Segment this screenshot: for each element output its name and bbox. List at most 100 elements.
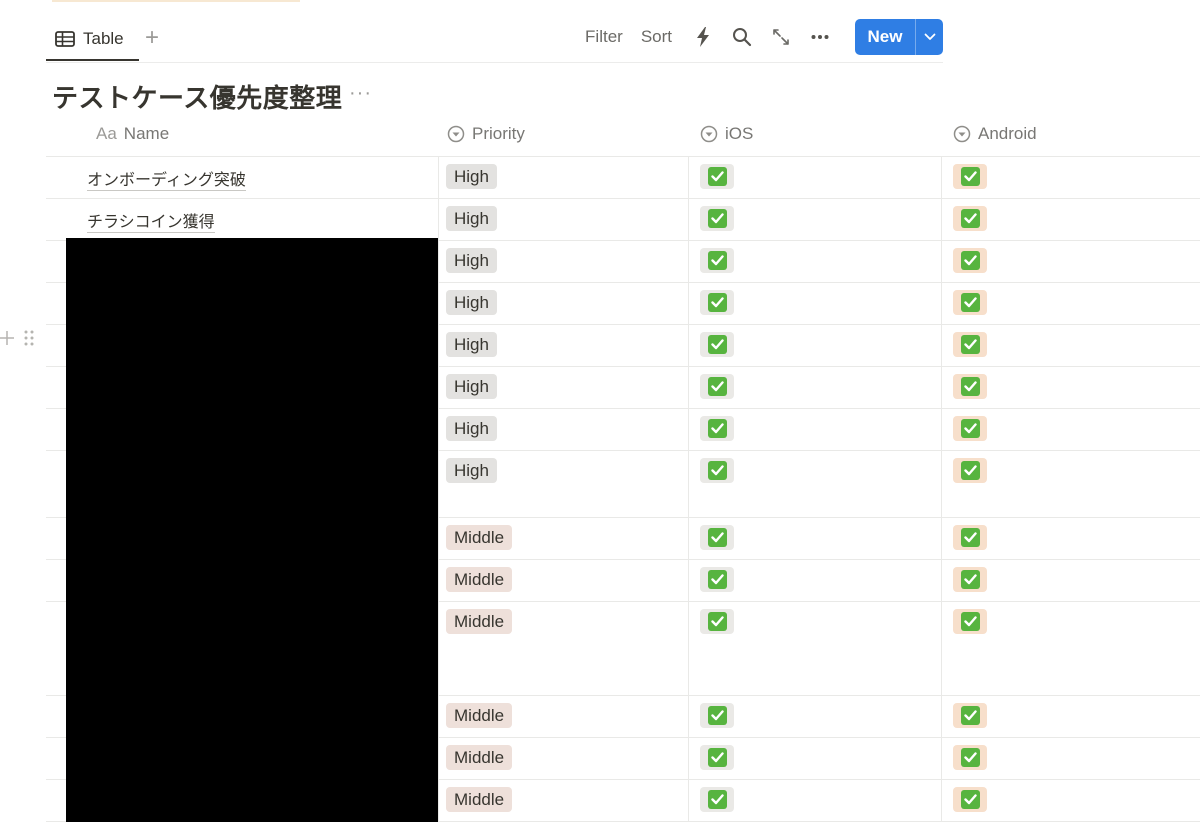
new-button-label: New (867, 27, 903, 46)
priority-tag[interactable]: Middle (446, 703, 513, 728)
check-mark-icon (960, 612, 980, 631)
column-divider (941, 241, 942, 282)
android-status-tag[interactable] (953, 248, 987, 273)
android-status-tag[interactable] (953, 458, 987, 483)
column-divider (688, 560, 689, 601)
ios-status-tag[interactable] (700, 248, 734, 273)
check-mark-icon (960, 251, 980, 270)
priority-tag[interactable]: High (446, 206, 497, 231)
table-icon (55, 30, 75, 47)
android-status-tag[interactable] (953, 787, 987, 812)
more-icon[interactable] (807, 24, 833, 50)
ios-status-tag[interactable] (700, 332, 734, 357)
column-divider (688, 283, 689, 324)
column-divider (688, 780, 689, 821)
check-mark-icon (960, 377, 980, 396)
select-property-icon (700, 125, 718, 143)
check-mark-icon (960, 790, 980, 809)
drag-handle-icon[interactable] (24, 330, 34, 346)
filter-button[interactable]: Filter (585, 27, 623, 47)
row-handle[interactable] (0, 330, 34, 346)
priority-tag[interactable]: High (446, 164, 497, 189)
check-mark-icon (707, 790, 727, 809)
database-title[interactable]: テストケース優先度整理 (52, 78, 342, 115)
column-header-ios[interactable]: iOS (700, 112, 753, 156)
column-divider (941, 451, 942, 517)
android-status-tag[interactable] (953, 206, 987, 231)
priority-tag[interactable]: Middle (446, 609, 513, 634)
sort-button[interactable]: Sort (641, 27, 672, 47)
android-status-tag[interactable] (953, 567, 987, 592)
text-property-icon: Aa (96, 124, 117, 143)
column-header-android[interactable]: Android (953, 112, 1037, 156)
priority-tag[interactable]: Middle (446, 787, 513, 812)
priority-tag[interactable]: High (446, 374, 497, 399)
android-status-tag[interactable] (953, 290, 987, 315)
expand-icon[interactable] (768, 24, 794, 50)
ios-status-tag[interactable] (700, 787, 734, 812)
priority-tag[interactable]: High (446, 416, 497, 441)
column-divider (438, 451, 439, 517)
android-status-tag[interactable] (953, 609, 987, 634)
table-row[interactable]: オンボーディング突破 High (46, 157, 1200, 199)
priority-tag[interactable]: High (446, 248, 497, 273)
android-status-tag[interactable] (953, 332, 987, 357)
ios-status-tag[interactable] (700, 525, 734, 550)
column-divider (688, 738, 689, 779)
column-divider (438, 560, 439, 601)
priority-tag[interactable]: Middle (446, 567, 513, 592)
top-strip (52, 0, 300, 2)
priority-tag[interactable]: High (446, 458, 497, 483)
ios-status-tag[interactable] (700, 609, 734, 634)
check-mark-icon (960, 209, 980, 228)
check-mark-icon (707, 419, 727, 438)
check-mark-icon (707, 251, 727, 270)
column-divider (438, 518, 439, 559)
add-row-icon[interactable] (0, 331, 14, 345)
table-row[interactable]: チラシコイン獲得 High (46, 199, 1200, 241)
android-status-tag[interactable] (953, 164, 987, 189)
search-icon[interactable] (729, 24, 755, 50)
ios-status-tag[interactable] (700, 416, 734, 441)
ios-status-tag[interactable] (700, 703, 734, 728)
android-status-tag[interactable] (953, 703, 987, 728)
column-header-name[interactable]: Aa Name (96, 112, 169, 156)
database-more-button[interactable]: ··· (349, 82, 372, 105)
redacted-area (66, 238, 438, 822)
priority-tag[interactable]: High (446, 332, 497, 357)
priority-tag[interactable]: Middle (446, 525, 513, 550)
check-mark-icon (707, 706, 727, 725)
android-status-tag[interactable] (953, 525, 987, 550)
android-status-tag[interactable] (953, 745, 987, 770)
ios-status-tag[interactable] (700, 290, 734, 315)
ios-status-tag[interactable] (700, 567, 734, 592)
check-mark-icon (960, 335, 980, 354)
column-divider (438, 409, 439, 450)
column-header-priority[interactable]: Priority (447, 112, 525, 156)
row-name[interactable]: チラシコイン獲得 (87, 208, 215, 233)
ios-status-tag[interactable] (700, 164, 734, 189)
ios-status-tag[interactable] (700, 458, 734, 483)
column-divider (688, 602, 689, 695)
priority-tag[interactable]: Middle (446, 745, 513, 770)
new-button[interactable]: New (855, 19, 943, 55)
row-name[interactable]: オンボーディング突破 (87, 166, 246, 191)
ios-status-tag[interactable] (700, 374, 734, 399)
lightning-icon[interactable] (690, 24, 716, 50)
ios-status-tag[interactable] (700, 745, 734, 770)
column-divider (438, 199, 439, 240)
add-view-button[interactable]: + (145, 24, 159, 52)
chevron-down-icon[interactable] (915, 19, 943, 55)
column-divider (941, 780, 942, 821)
column-divider (688, 696, 689, 737)
priority-tag[interactable]: High (446, 290, 497, 315)
tab-table[interactable]: Table (46, 18, 139, 61)
column-divider (941, 367, 942, 408)
android-status-tag[interactable] (953, 374, 987, 399)
android-status-tag[interactable] (953, 416, 987, 441)
toolbar: Filter Sort New (585, 19, 943, 55)
ios-status-tag[interactable] (700, 206, 734, 231)
column-header-android-label: Android (978, 124, 1037, 143)
column-header-priority-label: Priority (472, 124, 525, 143)
check-mark-icon (707, 612, 727, 631)
